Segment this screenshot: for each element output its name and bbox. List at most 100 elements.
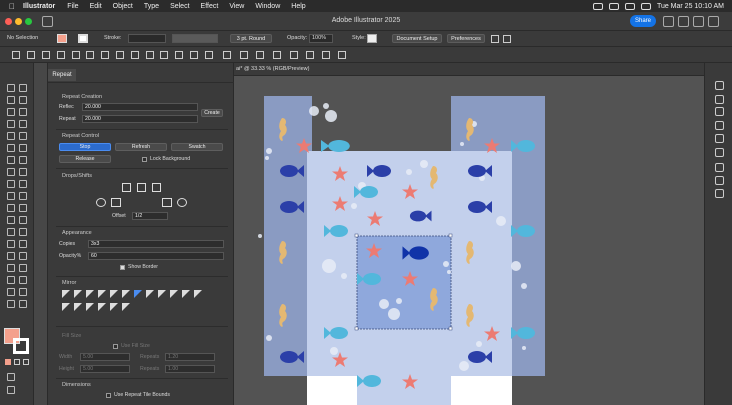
workspace-icon[interactable] (693, 16, 704, 27)
distribute-right-icon[interactable] (175, 51, 183, 59)
stroke-swatch[interactable] (78, 34, 88, 43)
paintbrush-tool-icon[interactable] (19, 132, 27, 140)
clock[interactable]: Tue Mar 25 10:10 AM (657, 3, 724, 10)
reflect-field[interactable]: 20.000 (82, 103, 198, 111)
document-setup-button[interactable]: Document Setup (392, 34, 442, 43)
search-icon[interactable] (678, 16, 689, 27)
properties-icon[interactable] (715, 81, 724, 90)
flare-tool-icon[interactable] (7, 300, 15, 308)
shift-diamond-icon[interactable] (162, 198, 172, 207)
zoom-tool-icon[interactable] (7, 252, 15, 260)
canvas[interactable] (234, 76, 704, 405)
use-fill-size-checkbox[interactable] (113, 344, 118, 349)
symbols-icon[interactable] (715, 163, 724, 172)
quick-actions-icon[interactable] (491, 35, 499, 43)
free-transform-tool-icon[interactable] (7, 180, 15, 188)
libraries-icon[interactable] (715, 107, 724, 116)
repeats-height-field[interactable]: 1.00 (165, 365, 215, 373)
curvature-tool-icon[interactable] (19, 108, 27, 116)
opacity-field[interactable]: 100% (309, 34, 333, 43)
rotate-view-tool-icon[interactable] (19, 300, 27, 308)
document-tab[interactable]: ai* @ 33.33 % (RGB/Preview) (236, 66, 309, 72)
lock-background-checkbox[interactable] (142, 157, 147, 162)
lasso-tool-icon[interactable] (19, 96, 27, 104)
align-left-icon[interactable] (12, 51, 20, 59)
eyedropper-tool-icon[interactable] (19, 204, 27, 212)
refresh-button[interactable]: Refresh (115, 143, 167, 151)
brush-definition[interactable]: 3 pt. Round (230, 34, 272, 43)
brick-column-icon[interactable] (152, 183, 161, 192)
eraser-tool-icon[interactable] (7, 156, 15, 164)
create-button[interactable]: Create (201, 109, 223, 117)
rectangle-tool-icon[interactable] (7, 132, 15, 140)
align-selection-icon[interactable] (205, 51, 213, 59)
blend-tool-icon[interactable] (7, 216, 15, 224)
distribute-top-icon[interactable] (101, 51, 109, 59)
scale-icon[interactable] (290, 51, 298, 59)
panel-collapse-strip[interactable] (34, 63, 48, 405)
height-field[interactable]: 5.00 (80, 365, 130, 373)
apple-icon[interactable]:  (9, 2, 15, 11)
repeats-width-field[interactable]: 1.20 (165, 353, 215, 361)
shear-icon[interactable] (306, 51, 314, 59)
knife-tool-icon[interactable] (19, 276, 27, 284)
reshape-icon[interactable] (322, 51, 330, 59)
brushes-icon[interactable] (715, 121, 724, 130)
variable-width-profile[interactable] (172, 34, 218, 43)
slice-tool-icon[interactable] (7, 240, 15, 248)
menu-app[interactable]: Illustrator (23, 3, 55, 10)
share-button[interactable]: Share (630, 15, 656, 27)
drop-diamond-icon[interactable] (111, 198, 121, 207)
menu-edit[interactable]: Edit (90, 3, 102, 10)
reflect-icon[interactable] (273, 51, 281, 59)
screen-mode-icon[interactable] (7, 386, 15, 394)
pencil-tool-icon[interactable] (19, 144, 27, 152)
crop-icon[interactable] (338, 51, 346, 59)
print-tiling-tool-icon[interactable] (19, 288, 27, 296)
menu-object[interactable]: Object (113, 3, 133, 10)
menu-help[interactable]: Help (291, 3, 305, 10)
transform-icon[interactable] (223, 51, 231, 59)
distribute-center-icon[interactable] (160, 51, 168, 59)
wifi-icon[interactable] (624, 2, 635, 10)
align-bottom-icon[interactable] (86, 51, 94, 59)
scissors-tool-icon[interactable] (7, 276, 15, 284)
stroke-weight-field[interactable] (128, 34, 166, 43)
status-icon[interactable] (592, 2, 603, 10)
grid-icon[interactable] (708, 16, 719, 27)
release-button[interactable]: Release (59, 155, 111, 163)
repeat-field[interactable]: 20.000 (82, 115, 198, 123)
fill-swatch[interactable] (57, 34, 67, 43)
width-field[interactable]: 5.00 (80, 353, 130, 361)
isolate-icon[interactable] (503, 35, 511, 43)
layers-icon[interactable] (715, 95, 724, 104)
symbol-sprayer-tool-icon[interactable] (19, 216, 27, 224)
mesh-tool-icon[interactable] (19, 192, 27, 200)
type-tool-icon[interactable] (7, 120, 15, 128)
swatch-button[interactable]: Swatch (171, 143, 223, 151)
distribute-left-icon[interactable] (146, 51, 154, 59)
color-mode-icon[interactable] (5, 359, 11, 365)
measure-tool-icon[interactable] (7, 288, 15, 296)
hand-tool-icon[interactable] (19, 240, 27, 248)
align-center-icon[interactable] (27, 51, 35, 59)
control-center-icon[interactable] (640, 2, 651, 10)
align-right-icon[interactable] (42, 51, 50, 59)
puppet-warp-tool-icon[interactable] (19, 264, 27, 272)
align-middle-icon[interactable] (72, 51, 80, 59)
move-icon[interactable] (240, 51, 248, 59)
use-tile-bounds-checkbox[interactable] (106, 393, 111, 398)
magic-wand-tool-icon[interactable] (7, 96, 15, 104)
width-tool-icon[interactable] (7, 264, 15, 272)
shape-builder-tool-icon[interactable] (19, 180, 27, 188)
align-top-icon[interactable] (57, 51, 65, 59)
preferences-button[interactable]: Preferences (447, 34, 485, 43)
battery-icon[interactable] (608, 2, 619, 10)
pen-tool-icon[interactable] (7, 108, 15, 116)
scale-tool-icon[interactable] (7, 168, 15, 176)
column-graph-tool-icon[interactable] (7, 228, 15, 236)
opacity-percent-field[interactable]: 60 (88, 252, 224, 260)
swatches-icon[interactable] (715, 134, 724, 143)
rotate-tool-icon[interactable] (19, 156, 27, 164)
menu-window[interactable]: Window (255, 3, 280, 10)
